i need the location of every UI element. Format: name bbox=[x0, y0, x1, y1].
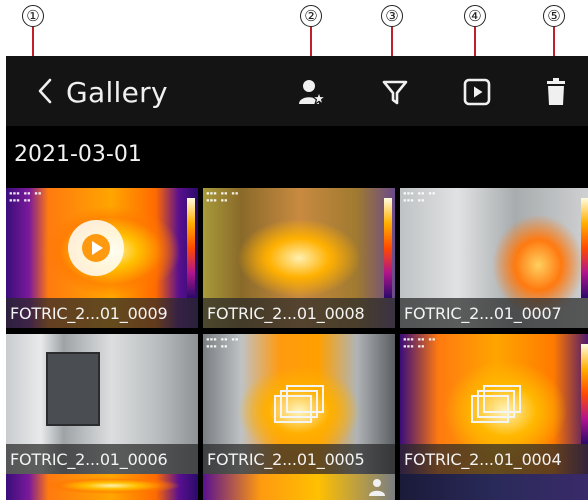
play-slideshow-button[interactable] bbox=[461, 76, 493, 108]
thumbnail-tile[interactable] bbox=[400, 474, 588, 500]
osd-readout: ▪▪▪ ▪▪ ▪▪ ▪▪▪ ▪▪ bbox=[206, 336, 239, 350]
callout-number: ④ bbox=[464, 5, 486, 27]
color-scale-bar bbox=[384, 198, 392, 298]
osd-readout: ▪▪▪ ▪▪ ▪▪ ▪▪▪ ▪▪ bbox=[9, 190, 42, 204]
osd-readout: ▪▪▪ ▪▪ ▪▪ ▪▪▪ ▪▪ bbox=[403, 336, 436, 350]
person-star-icon bbox=[299, 80, 327, 106]
color-scale-bar bbox=[581, 198, 588, 298]
callout-number: ⑤ bbox=[543, 5, 565, 27]
breaker-panel bbox=[46, 352, 100, 426]
thumbnail-tile[interactable]: ▪▪▪ ▪▪ ▪▪ ▪▪▪ ▪▪ FOTRIC_2...01_0004 bbox=[400, 334, 588, 474]
page-title: Gallery bbox=[66, 76, 168, 109]
color-scale-bar bbox=[187, 198, 195, 298]
callout-number: ① bbox=[22, 5, 44, 27]
video-play-badge bbox=[68, 220, 124, 276]
thumbnail-tile[interactable]: ▪▪▪ ▪▪ ▪▪ ▪▪▪ ▪▪ FOTRIC_2...01_0008 bbox=[203, 188, 395, 328]
thumbnail-tile[interactable] bbox=[203, 474, 395, 500]
trash-icon bbox=[547, 78, 565, 105]
thumbnail-caption: FOTRIC_2...01_0008 bbox=[203, 298, 395, 328]
app-bar: Gallery bbox=[6, 56, 588, 126]
video-play-icon bbox=[463, 78, 491, 106]
thumbnail-tile[interactable]: ▪▪▪ ▪▪ ▪▪ ▪▪▪ ▪▪ FOTRIC_2...01_0009 bbox=[6, 188, 198, 328]
date-group-header: 2021-03-01 bbox=[14, 141, 142, 167]
person-icon bbox=[369, 479, 385, 496]
thumbnail-caption: FOTRIC_2...01_0009 bbox=[6, 298, 198, 328]
filter-button[interactable] bbox=[379, 76, 411, 108]
color-scale-bar bbox=[581, 344, 588, 444]
thumbnail-grid: ▪▪▪ ▪▪ ▪▪ ▪▪▪ ▪▪ FOTRIC_2...01_0009 ▪▪▪ ▪… bbox=[6, 188, 588, 474]
thumbnail-caption: FOTRIC_2...01_0006 bbox=[6, 444, 198, 474]
image-sequence-icon bbox=[274, 385, 324, 423]
thumbnail-tile[interactable]: ▪▪▪ ▪▪ ▪▪ ▪▪▪ ▪▪ FOTRIC_2...01_0007 bbox=[400, 188, 588, 328]
thumbnail-caption: FOTRIC_2...01_0007 bbox=[400, 298, 588, 328]
thumbnail-tile[interactable]: FOTRIC_2...01_0006 bbox=[6, 334, 198, 474]
thermal-image bbox=[400, 474, 588, 500]
back-button[interactable] bbox=[28, 74, 62, 108]
next-row-partial bbox=[6, 474, 588, 500]
thumbnail-caption: FOTRIC_2...01_0005 bbox=[203, 444, 395, 474]
delete-button[interactable] bbox=[540, 76, 572, 108]
osd-readout: ▪▪▪ ▪▪ ▪▪ ▪▪▪ ▪▪ bbox=[403, 190, 436, 204]
person-filter-button[interactable] bbox=[296, 76, 328, 108]
callout-number: ③ bbox=[381, 5, 403, 27]
thumbnail-tile[interactable]: ▪▪▪ ▪▪ ▪▪ ▪▪▪ ▪▪ FOTRIC_2...01_0005 bbox=[203, 334, 395, 474]
back-chevron-icon bbox=[38, 78, 52, 104]
image-sequence-icon bbox=[471, 385, 521, 423]
play-icon bbox=[82, 234, 110, 262]
thumbnail-tile[interactable] bbox=[6, 474, 198, 500]
gallery-screen: Gallery 2021-03-01 ▪▪▪ ▪▪ ▪▪ ▪▪▪ ▪▪ FOTR… bbox=[6, 56, 588, 500]
callout-number: ② bbox=[300, 5, 322, 27]
thermal-image bbox=[6, 474, 198, 500]
thumbnail-caption: FOTRIC_2...01_0004 bbox=[400, 444, 588, 474]
osd-readout: ▪▪▪ ▪▪ ▪▪ ▪▪▪ ▪▪ bbox=[206, 190, 239, 204]
filter-icon bbox=[382, 80, 408, 105]
